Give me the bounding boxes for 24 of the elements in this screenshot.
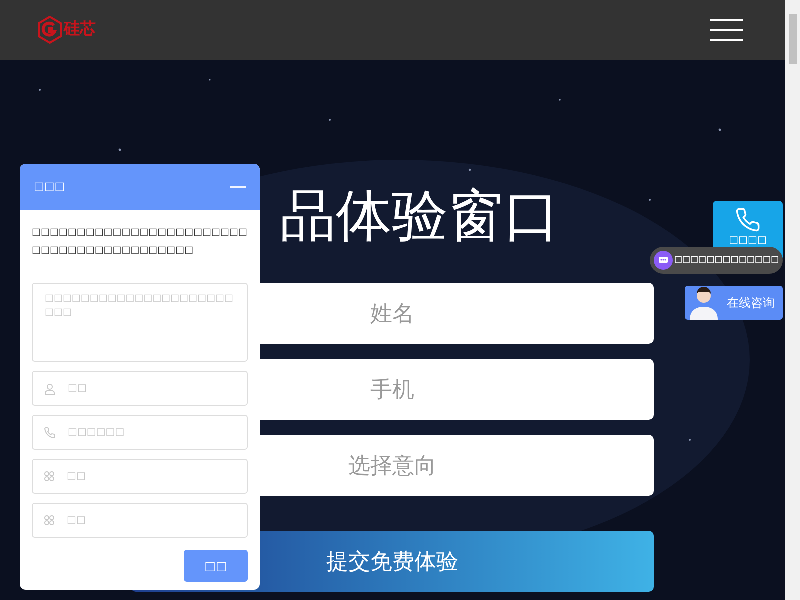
form-field[interactable]: □□ [32,371,248,406]
field-input[interactable]: □□ [67,513,247,528]
grid-icon [44,515,55,526]
phone-icon [44,426,56,438]
chat-submit-button[interactable]: □□ [184,550,248,582]
phone-label: □□□□ [729,235,767,247]
phone-icon [735,207,761,233]
logo-text: 硅芯 [64,22,96,38]
menu-button[interactable] [710,19,743,41]
chat-message: □□□□□□□□□□□□□□□□□□□□□□□□□□□□□□□□□□□□□□□□□□ [32,226,248,258]
consult-button[interactable]: 在线咨询 [685,286,783,320]
scrollbar[interactable] [785,0,800,600]
form-field[interactable]: □□□□□□ [32,415,248,450]
message-textarea[interactable]: □□□□□□□□□□□□□□□□□□□□□□□□ [32,283,248,362]
consult-label: 在线咨询 [727,295,775,312]
person-icon [44,382,56,394]
chat-tooltip[interactable]: □□□□□□□□□□□□□ [650,247,783,274]
chat-bubble-icon [654,251,673,270]
chat-panel-title: □□□ [34,178,66,195]
form-field[interactable]: □□ [32,459,248,494]
form-field[interactable]: □□ [32,503,248,538]
grid-icon [44,471,55,482]
hero-title: 品体验窗口 [280,184,560,248]
hexagon-logo-icon [38,16,62,44]
